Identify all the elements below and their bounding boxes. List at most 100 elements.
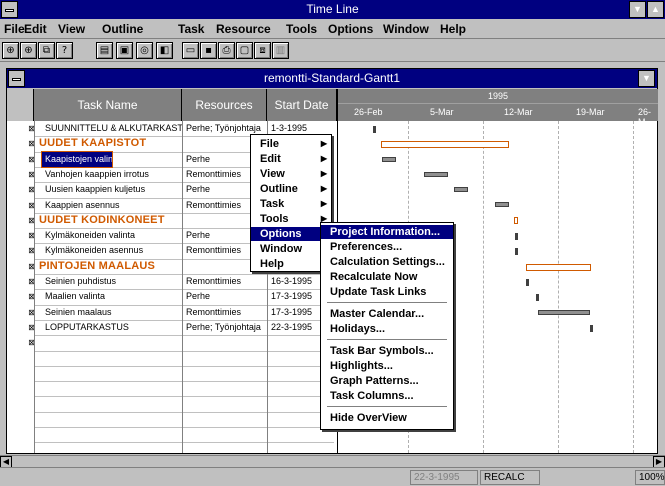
maximize-icon[interactable]: ▲ (647, 1, 664, 18)
options-recalculate-now[interactable]: Recalculate Now (321, 270, 453, 284)
task-name-cell[interactable]: Uusien kaappien kuljetus (42, 182, 182, 197)
table-row[interactable]: LOPPUTARKASTUS Perhe; Työnjohtaja 22-3-199… (34, 320, 337, 335)
gantt-task-bar[interactable] (382, 157, 396, 162)
link-icon[interactable]: ⧉ (38, 42, 55, 59)
submenu-arrow-icon: ▶ (320, 139, 327, 148)
popup-task[interactable]: Task ▶ (251, 197, 331, 211)
gantt-summary-bar[interactable] (381, 141, 509, 148)
submenu-arrow-icon: ▶ (320, 169, 327, 178)
task-view-icon[interactable]: ▤ (96, 42, 113, 59)
gantt-milestone[interactable] (590, 325, 593, 332)
popup-tools[interactable]: Tools ▶ (251, 212, 331, 226)
outdent-icon[interactable]: ⊕ (20, 42, 37, 59)
gantt-task-bar[interactable] (538, 310, 590, 315)
task-name-cell[interactable]: Kaapistojen valinta (41, 150, 113, 168)
menu-window[interactable]: Window (383, 22, 429, 36)
popup-file[interactable]: File ▶ (251, 137, 331, 151)
resource-view-icon[interactable]: ▣ (116, 42, 133, 59)
gantt-milestone[interactable] (536, 294, 539, 301)
row-divider (34, 427, 334, 428)
gantt-task-bar[interactable] (454, 187, 468, 192)
menu-file[interactable]: File (4, 22, 25, 36)
status-mode: RECALC (480, 470, 540, 485)
gantt-milestone[interactable] (515, 233, 518, 240)
status-bar: 22-3-1995 RECALC 100% (0, 467, 665, 486)
copy-icon[interactable]: ⧈ (254, 42, 271, 59)
task-name-cell[interactable]: UUDET KODINKONEET (36, 213, 182, 228)
column-start-date[interactable]: Start Date (267, 89, 337, 121)
resource-cell[interactable]: Perhe (183, 289, 267, 304)
preview-icon[interactable]: ▢ (236, 42, 253, 59)
week-label: 26-M (638, 107, 652, 127)
gantt-task-bar[interactable] (424, 172, 448, 177)
options-project-information[interactable]: Project Information... (321, 225, 453, 239)
help-icon[interactable]: ? (56, 42, 73, 59)
resource-cell[interactable]: Remonttimies (183, 274, 267, 289)
app-title: Time Line (306, 2, 359, 16)
popup-window[interactable]: Window (251, 242, 331, 256)
task-name-cell[interactable]: Kaappien asennus (42, 198, 182, 213)
table-row[interactable]: Seinien maalaus Remonttimies 17-3-1995 (34, 305, 337, 320)
options-hide-overview[interactable]: Hide OverView (321, 411, 453, 425)
options-preferences[interactable]: Preferences... (321, 240, 453, 254)
menu-help[interactable]: Help (440, 22, 466, 36)
menu-options[interactable]: Options (328, 22, 373, 36)
column-resources[interactable]: Resources (182, 89, 267, 121)
print-icon[interactable]: ⎙ (218, 42, 235, 59)
popup-view[interactable]: View ▶ (251, 167, 331, 181)
options-task-columns[interactable]: Task Columns... (321, 389, 453, 403)
gantt-summary-bar[interactable] (526, 264, 591, 271)
options-graph-patterns[interactable]: Graph Patterns... (321, 374, 453, 388)
format-icon[interactable]: ▥ (272, 42, 289, 59)
options-submenu: Project Information... Preferences... Ca… (320, 222, 454, 430)
menu-separator (327, 302, 447, 303)
table-row[interactable]: Maalien valinta Perhe 17-3-1995 (34, 289, 337, 304)
resource-cell[interactable]: Remonttimies (183, 305, 267, 320)
menu-view[interactable]: View (58, 22, 85, 36)
task-name-cell[interactable]: Seinien puhdistus (42, 274, 182, 289)
calendar-view-icon[interactable]: ◎ (136, 42, 153, 59)
task-name-cell[interactable]: Kylmäkoneiden asennus (42, 243, 182, 258)
indent-icon[interactable]: ⊕ (2, 42, 19, 59)
popup-edit[interactable]: Edit ▶ (251, 152, 331, 166)
task-name-cell[interactable]: Maalien valinta (42, 289, 182, 304)
horizontal-scrollbar[interactable]: ◀ ▶ (0, 455, 665, 468)
task-name-cell[interactable]: PINTOJEN MAALAUS (36, 259, 182, 274)
popup-options[interactable]: Options (251, 227, 331, 241)
menu-resource[interactable]: Resource (216, 22, 271, 36)
gantt-summary-bar[interactable] (514, 217, 518, 224)
options-calculation-settings[interactable]: Calculation Settings... (321, 255, 453, 269)
row-divider (34, 411, 334, 413)
column-task-name[interactable]: Task Name (34, 89, 182, 121)
task-name-cell[interactable]: Vanhojen kaappien irrotus (42, 167, 182, 182)
options-update-task-links[interactable]: Update Task Links (321, 285, 453, 299)
task-name-cell[interactable]: Seinien maalaus (42, 305, 182, 320)
task-name-cell[interactable]: Kylmäkoneiden valinta (42, 228, 182, 243)
save-icon[interactable]: ▪ (200, 42, 217, 59)
menu-outline[interactable]: Outline (102, 22, 143, 36)
options-holidays[interactable]: Holidays... (321, 322, 453, 336)
gantt-icon[interactable]: ◧ (156, 42, 173, 59)
gantt-milestone[interactable] (526, 279, 529, 286)
gantt-task-bar[interactable] (495, 202, 509, 207)
table-row[interactable]: Seinien puhdistus Remonttimies 16-3-1995 (34, 274, 337, 289)
options-highlights[interactable]: Highlights... (321, 359, 453, 373)
minimize-icon[interactable]: ▼ (629, 1, 646, 18)
menu-tools[interactable]: Tools (286, 22, 317, 36)
menu-task[interactable]: Task (178, 22, 204, 36)
popup-help[interactable]: Help (251, 257, 331, 271)
row-divider (34, 365, 334, 367)
window-minimize-icon[interactable]: ▼ (638, 70, 655, 87)
gantt-milestone[interactable] (373, 126, 376, 133)
options-task-bar-symbols[interactable]: Task Bar Symbols... (321, 344, 453, 358)
task-name-cell[interactable]: SUUNNITTELU & ALKUTARKAST (42, 121, 182, 136)
task-name-cell[interactable]: UUDET KAAPISTOT (36, 136, 182, 151)
popup-outline[interactable]: Outline ▶ (251, 182, 331, 196)
menu-edit[interactable]: Edit (24, 22, 47, 36)
options-master-calendar[interactable]: Master Calendar... (321, 307, 453, 321)
gantt-milestone[interactable] (515, 248, 518, 255)
open-icon[interactable]: ▭ (182, 42, 199, 59)
resource-cell[interactable]: Perhe; Työnjohtaja (183, 320, 267, 335)
window-title: remontti-Standard-Gantt1 (263, 71, 401, 85)
task-name-cell[interactable]: LOPPUTARKASTUS (42, 320, 182, 335)
